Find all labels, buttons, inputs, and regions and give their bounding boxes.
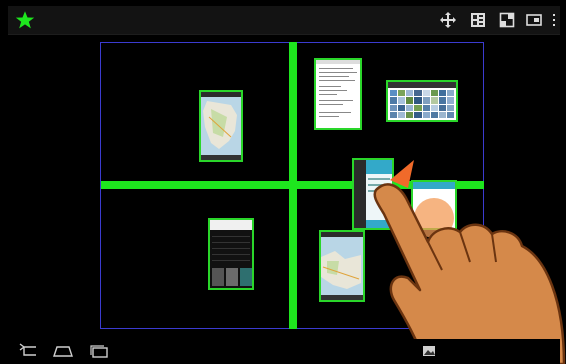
settings-row [212, 236, 250, 237]
doc-line [319, 68, 353, 69]
settings-thumb [212, 268, 224, 286]
home-icon[interactable] [52, 343, 74, 359]
doc-line [319, 86, 341, 87]
gallery-header [388, 82, 456, 88]
settings-tile[interactable] [208, 218, 254, 290]
doc-line [319, 100, 353, 101]
doc-line [319, 112, 351, 113]
settings-row [212, 254, 250, 255]
doc-line [319, 94, 337, 95]
photo-grid [390, 90, 454, 118]
doc-line [319, 80, 355, 81]
settings-row [212, 260, 250, 261]
map-land [203, 101, 237, 149]
doc-line [319, 104, 343, 105]
doc-line [319, 76, 349, 77]
map-footer [201, 155, 241, 160]
settings-thumb [226, 268, 238, 286]
navigation-bar [8, 339, 560, 364]
grid-layout-button[interactable] [470, 12, 486, 28]
display-button[interactable] [526, 12, 542, 28]
overflow-menu-icon [553, 14, 555, 26]
overflow-menu-button[interactable] [550, 12, 558, 28]
settings-thumb [240, 268, 252, 286]
settings-row [212, 242, 250, 243]
back-icon[interactable] [18, 343, 40, 359]
star-icon[interactable] [15, 10, 35, 30]
fullscreen-icon [499, 12, 515, 28]
photo-gallery-tile[interactable] [386, 80, 458, 122]
display-icon [526, 14, 542, 26]
settings-header [210, 220, 252, 230]
recent-apps-icon[interactable] [88, 343, 110, 359]
map-tile-top-left[interactable] [199, 90, 243, 162]
settings-row [212, 248, 250, 249]
doc-line [319, 116, 339, 117]
map-toolbar [201, 92, 241, 97]
document-tile[interactable] [314, 58, 362, 130]
gallery-icon[interactable] [420, 343, 442, 359]
action-bar [8, 6, 560, 35]
document-header [316, 60, 360, 64]
hand-gesture-icon [373, 160, 566, 364]
grid-layout-icon [471, 13, 485, 27]
tablet-screen [0, 0, 566, 364]
doc-line [319, 72, 357, 73]
move-button[interactable] [440, 12, 456, 28]
fullscreen-button[interactable] [499, 12, 515, 28]
doc-line [319, 90, 347, 91]
move-icon [440, 12, 456, 28]
